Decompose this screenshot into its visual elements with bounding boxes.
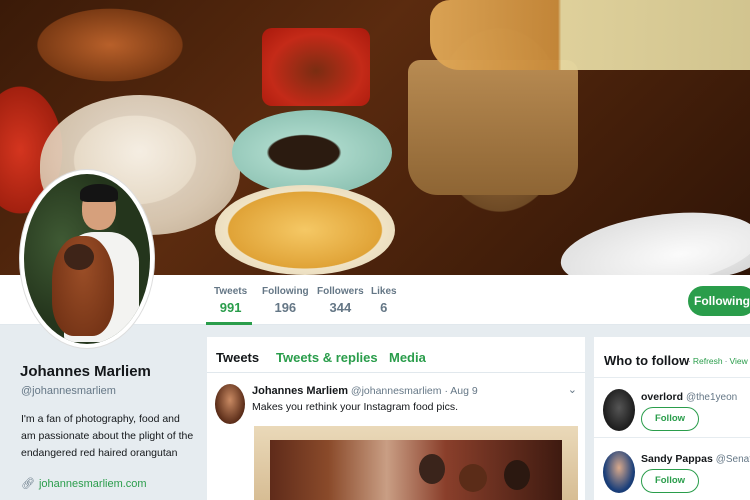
- tweet-author-name[interactable]: Johannes Marliem: [252, 385, 348, 397]
- header-satay: [430, 0, 750, 70]
- stat-following-value: 196: [274, 300, 297, 315]
- media-person-2: [459, 464, 487, 492]
- stat-following[interactable]: Following 196: [262, 286, 309, 315]
- suggestion-name-row: overlord @the1yeon: [641, 391, 737, 403]
- stat-followers[interactable]: Followers 344: [317, 286, 364, 315]
- stat-tweets-label: Tweets: [214, 286, 248, 297]
- profile-bio: I'm a fan of photography, food and am pa…: [21, 413, 194, 459]
- who-to-follow-title: Who to follow: [604, 353, 690, 368]
- media-person-3: [504, 460, 530, 490]
- tweet-media-image[interactable]: [254, 426, 578, 500]
- suggestion-name[interactable]: Sandy Pappas: [641, 453, 713, 465]
- timeline: Tweets Tweets & replies Media Johannes M…: [207, 337, 585, 500]
- suggestion-avatar[interactable]: [603, 451, 635, 493]
- header-pot: [408, 60, 578, 195]
- chevron-down-icon[interactable]: ⌄: [568, 383, 577, 396]
- active-stat-underline: [206, 322, 252, 325]
- profile-name[interactable]: Johannes Marliem: [20, 363, 151, 380]
- profile-website-row: 🔗︎ johannesmarliem.com: [21, 477, 147, 490]
- profile-avatar[interactable]: [20, 170, 154, 348]
- wtf-divider: [594, 377, 750, 378]
- stat-followers-value: 344: [329, 300, 352, 315]
- tweet[interactable]: Johannes Marliem @johannesmarliem · Aug …: [207, 374, 585, 500]
- link-icon: 🔗︎: [21, 478, 35, 490]
- profile-website-link[interactable]: johannesmarliem.com: [39, 478, 147, 490]
- header-rice-bowl: [215, 185, 395, 275]
- wtf-divider: [594, 437, 750, 438]
- tweet-author-handle[interactable]: @johannesmarliem: [351, 385, 442, 397]
- who-to-follow-links: ·Refresh·View all: [686, 356, 750, 366]
- tab-media[interactable]: Media: [389, 350, 426, 365]
- profile-card: Johannes Marliem @johannesmarliem I'm a …: [0, 327, 205, 500]
- suggestion-sandy-pappas: Sandy Pappas @SenatorP... Follow: [594, 447, 750, 500]
- following-button[interactable]: Following: [688, 286, 750, 316]
- tweet-date[interactable]: Aug 9: [450, 385, 477, 397]
- stat-likes-label: Likes: [371, 286, 397, 297]
- avatar-orangutan-face: [64, 244, 94, 270]
- refresh-link[interactable]: Refresh: [693, 356, 723, 366]
- stat-likes[interactable]: Likes 6: [371, 286, 397, 315]
- stat-following-label: Following: [262, 286, 309, 297]
- media-person-1: [419, 454, 445, 484]
- follow-button[interactable]: Follow: [641, 407, 699, 431]
- header-plate: [556, 201, 750, 275]
- view-all-link[interactable]: View all: [729, 356, 750, 366]
- stat-likes-value: 6: [380, 300, 388, 315]
- suggestion-avatar[interactable]: [603, 389, 635, 431]
- who-to-follow-panel: Who to follow ·Refresh·View all overlord…: [594, 337, 750, 500]
- tab-tweets[interactable]: Tweets: [216, 350, 259, 365]
- header-dish: [262, 28, 370, 106]
- wtf-dot-2: ·: [724, 356, 728, 366]
- timeline-tabs: Tweets Tweets & replies Media: [207, 337, 585, 373]
- suggestion-name-row: Sandy Pappas @SenatorP...: [641, 453, 750, 465]
- stat-tweets-value: 991: [219, 300, 242, 315]
- avatar-person-hair: [80, 184, 118, 202]
- profile-handle[interactable]: @johannesmarliem: [21, 385, 116, 397]
- stat-followers-label: Followers: [317, 286, 364, 297]
- tweet-text: Makes you rethink your Instagram food pi…: [252, 401, 459, 413]
- follow-button[interactable]: Follow: [641, 469, 699, 493]
- stat-tweets[interactable]: Tweets 991: [214, 286, 247, 315]
- tweet-avatar[interactable]: [215, 384, 245, 424]
- suggestion-handle[interactable]: @SenatorP...: [716, 454, 750, 465]
- tweet-header: Johannes Marliem @johannesmarliem · Aug …: [252, 385, 478, 397]
- wtf-dot-1: ·: [688, 356, 691, 366]
- suggestion-handle[interactable]: @the1yeon: [686, 392, 737, 403]
- header-sauce-dish: [232, 110, 392, 195]
- tab-tweets-replies[interactable]: Tweets & replies: [276, 350, 378, 365]
- suggestion-name[interactable]: overlord: [641, 391, 683, 403]
